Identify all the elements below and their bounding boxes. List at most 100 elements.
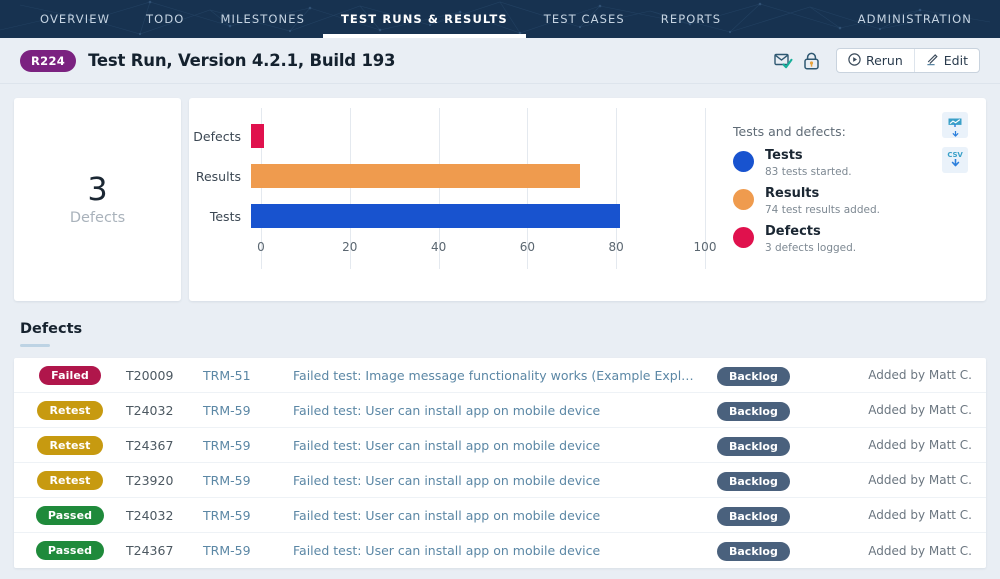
- csv-download-icon: CSV: [947, 151, 963, 159]
- nav-item-overview[interactable]: OVERVIEW: [22, 0, 128, 38]
- nav-item-todo[interactable]: TODO: [128, 0, 202, 38]
- bar-chart: Defects Results Tests 0 20 40 60 80 100: [189, 98, 716, 301]
- state-badge: Backlog: [717, 471, 790, 491]
- workflow-state-cell: Backlog: [717, 540, 847, 561]
- chart-row-tests: Tests: [189, 196, 709, 236]
- status-badge: Retest: [37, 470, 103, 490]
- nav-item-reports[interactable]: REPORTS: [643, 0, 739, 38]
- rerun-button[interactable]: Rerun: [837, 49, 914, 72]
- chart-download-buttons: CSV: [942, 112, 968, 173]
- x-axis-tick: 60: [519, 240, 536, 254]
- defects-summary-card: 3 Defects: [14, 98, 181, 301]
- test-id-cell: T24367: [126, 543, 174, 558]
- defect-description-link[interactable]: Failed test: User can install app on mob…: [293, 403, 717, 418]
- chart-category-label: Tests: [209, 208, 241, 224]
- defect-description-link[interactable]: Failed test: User can install app on mob…: [293, 473, 717, 488]
- status-cell: Passed: [14, 541, 126, 560]
- defects-section-header: Defects: [20, 321, 986, 347]
- header-actions: Rerun Edit: [774, 48, 980, 73]
- lock-icon[interactable]: [803, 52, 820, 70]
- defect-reference-link[interactable]: TRM-59: [203, 438, 293, 453]
- author-cell: Added by Matt C.: [868, 403, 972, 417]
- chart-category-label: Defects: [193, 128, 241, 144]
- author-cell: Added by Matt C.: [868, 473, 972, 487]
- x-axis-tick: 80: [608, 240, 624, 254]
- author-cell: Added by Matt C.: [868, 508, 972, 522]
- workflow-state-cell: Backlog: [717, 505, 847, 526]
- workflow-state-cell: Backlog: [717, 365, 847, 386]
- state-badge: Backlog: [717, 401, 790, 421]
- top-navigation-bar: OVERVIEW TODO MILESTONES TEST RUNS & RES…: [0, 0, 1000, 38]
- legend-item-results: Results 74 test results added.: [733, 185, 986, 216]
- nav-label: TEST CASES: [543, 12, 625, 26]
- play-circle-icon: [848, 52, 861, 69]
- nav-label: OVERVIEW: [40, 12, 111, 26]
- status-cell: Retest: [14, 470, 126, 490]
- envelope-check-icon[interactable]: [774, 52, 793, 69]
- chart-bar-results[interactable]: [251, 164, 580, 188]
- defect-reference-link[interactable]: TRM-59: [203, 508, 293, 523]
- state-badge: Backlog: [717, 436, 790, 456]
- legend-item-defects: Defects 3 defects logged.: [733, 223, 986, 254]
- defect-description-link[interactable]: Failed test: User can install app on mob…: [293, 508, 717, 523]
- defect-reference-link[interactable]: TRM-59: [203, 473, 293, 488]
- table-row[interactable]: Failed T20009 TRM-51 Failed test: Image mes…: [14, 358, 986, 393]
- run-id-badge: R224: [20, 49, 77, 72]
- legend-item-name: Results: [765, 185, 820, 201]
- workflow-state-cell: Backlog: [717, 470, 847, 491]
- download-csv-button[interactable]: CSV: [942, 147, 968, 173]
- chart-row-results: Results: [189, 156, 709, 196]
- legend-item-name: Defects: [765, 223, 821, 239]
- edit-button[interactable]: Edit: [913, 49, 979, 72]
- status-cell: Retest: [14, 400, 126, 420]
- defect-description-link[interactable]: Failed test: Image message functionality…: [293, 368, 717, 383]
- legend-color-swatch: [733, 151, 754, 172]
- nav-label: ADMINISTRATION: [857, 12, 972, 26]
- chart-bar-rows: Defects Results Tests: [189, 116, 709, 236]
- legend-item-name: Tests: [765, 148, 803, 163]
- defect-reference-link[interactable]: TRM-59: [203, 543, 293, 558]
- author-cell: Added by Matt C.: [868, 543, 972, 558]
- state-badge: Backlog: [717, 366, 790, 386]
- table-row[interactable]: Retest T23920 TRM-59 Failed test: User can …: [14, 463, 986, 498]
- x-axis-tick: 0: [257, 240, 265, 254]
- chart-bar-defects[interactable]: [251, 124, 265, 148]
- pencil-icon: [926, 53, 939, 69]
- test-id-cell: T24032: [126, 402, 174, 418]
- nav-label: REPORTS: [660, 12, 722, 26]
- legend-color-swatch: [733, 226, 754, 248]
- chart-legend: Tests and defects: Tests 83 tests starte…: [709, 98, 986, 301]
- table-row[interactable]: Passed T24367 TRM-59 Failed test: User can …: [14, 533, 986, 568]
- nav-item-milestones[interactable]: MILESTONES: [202, 0, 323, 38]
- edit-label: Edit: [943, 53, 968, 68]
- page-title: Test Run, Version 4.2.1, Build 193: [88, 51, 396, 70]
- rerun-label: Rerun: [865, 53, 903, 68]
- section-underline: [20, 344, 50, 347]
- nav-item-administration[interactable]: ADMINISTRATION: [852, 0, 978, 38]
- status-cell: Retest: [14, 435, 126, 455]
- defect-reference-link[interactable]: TRM-51: [203, 368, 293, 383]
- nav-label: TEST RUNS & RESULTS: [340, 12, 508, 26]
- defect-description-link[interactable]: Failed test: User can install app on mob…: [293, 543, 717, 558]
- table-row[interactable]: Passed T24032 TRM-59 Failed test: User can …: [14, 498, 986, 533]
- status-badge: Retest: [37, 400, 103, 420]
- defect-reference-link[interactable]: TRM-59: [203, 403, 293, 418]
- workflow-state-cell: Backlog: [717, 400, 847, 421]
- nav-label: MILESTONES: [220, 12, 305, 26]
- nav-item-test-cases[interactable]: TEST CASES: [526, 0, 643, 38]
- legend-item-description: 83 tests started.: [765, 165, 852, 178]
- table-row[interactable]: Retest T24032 TRM-59 Failed test: User can …: [14, 393, 986, 428]
- defects-section-title: Defects: [20, 321, 83, 337]
- state-badge: Backlog: [717, 506, 790, 526]
- nav-item-test-runs-and-results[interactable]: TEST RUNS & RESULTS: [322, 0, 526, 38]
- table-row[interactable]: Retest T24367 TRM-59 Failed test: User can …: [14, 428, 986, 463]
- chart-bar-tests[interactable]: [251, 204, 620, 228]
- test-id-cell: T24367: [126, 437, 174, 453]
- chart-row-defects: Defects: [189, 116, 709, 156]
- defect-description-link[interactable]: Failed test: User can install app on mob…: [293, 438, 717, 453]
- download-chart-image-button[interactable]: [942, 112, 968, 138]
- run-header-bar: R224 Test Run, Version 4.2.1, Build 193: [0, 38, 1000, 84]
- workflow-state-cell: Backlog: [717, 435, 847, 456]
- test-id-cell: T20009: [126, 367, 174, 383]
- nav-label: TODO: [146, 12, 185, 26]
